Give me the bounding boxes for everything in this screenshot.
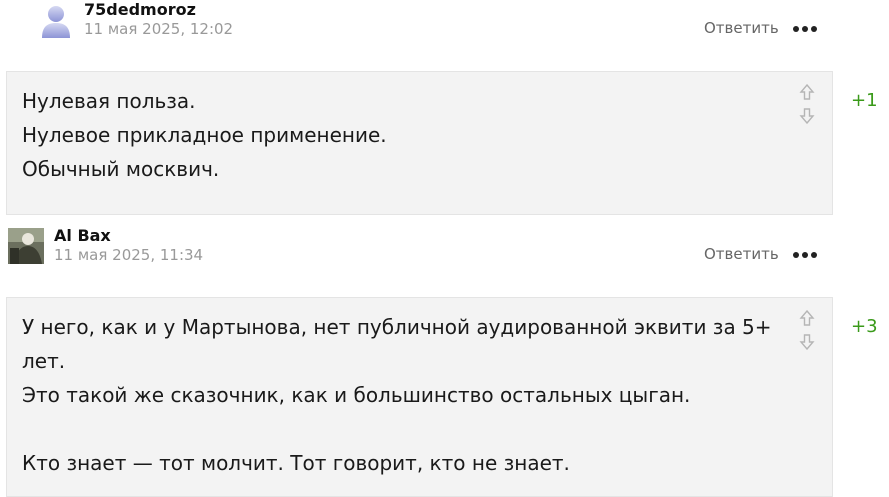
- comment-rating: +3: [851, 316, 878, 337]
- comment-timestamp: 11 мая 2025, 11:34: [54, 246, 204, 264]
- comment-timestamp: 11 мая 2025, 12:02: [84, 20, 234, 38]
- more-options-icon[interactable]: [793, 250, 817, 260]
- user-silhouette-icon: [42, 6, 70, 38]
- comment-header: Al Bax 11 мая 2025, 11:34 Ответить: [0, 226, 889, 276]
- upvote-arrow-icon[interactable]: [799, 83, 815, 100]
- user-photo-icon: [8, 228, 44, 264]
- comment-text: У него, как и у Мартынова, нет публичной…: [22, 315, 772, 475]
- comment-text: Нулевая польза. Нулевое прикладное приме…: [22, 89, 387, 181]
- downvote-arrow-icon[interactable]: [799, 334, 815, 351]
- comment-body: Нулевая польза. Нулевое прикладное приме…: [6, 71, 833, 215]
- upvote-arrow-icon[interactable]: [799, 309, 815, 326]
- author-name[interactable]: 75dedmoroz: [84, 0, 196, 19]
- reply-button[interactable]: Ответить: [704, 245, 779, 263]
- author-name[interactable]: Al Bax: [54, 226, 111, 245]
- avatar[interactable]: [8, 228, 44, 264]
- reply-button[interactable]: Ответить: [704, 19, 779, 37]
- avatar[interactable]: [38, 2, 74, 38]
- comment-rating: +1: [851, 90, 878, 111]
- comment-header: 75dedmoroz 11 мая 2025, 12:02 Ответить: [0, 0, 889, 50]
- downvote-arrow-icon[interactable]: [799, 108, 815, 125]
- comment-body: У него, как и у Мартынова, нет публичной…: [6, 297, 833, 497]
- more-options-icon[interactable]: [793, 24, 817, 34]
